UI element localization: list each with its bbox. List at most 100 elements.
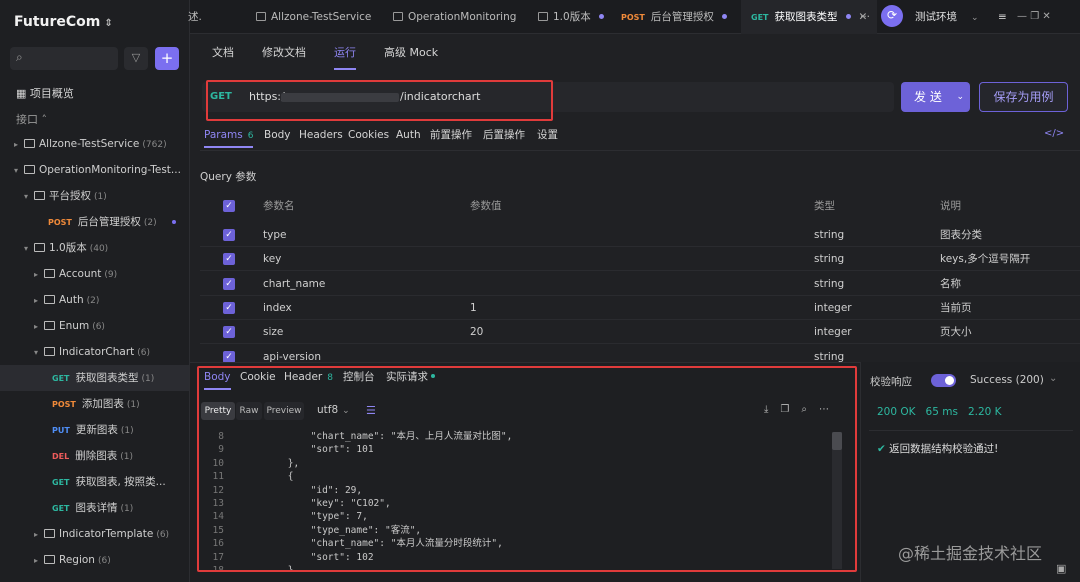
doc-subtab[interactable]: 运行	[334, 40, 356, 70]
param-tab[interactable]: 前置操作	[430, 124, 472, 148]
code-icon[interactable]: </>	[1044, 128, 1064, 139]
restore-icon[interactable]: ❐	[1030, 11, 1039, 22]
format-button[interactable]: Pretty	[201, 402, 235, 420]
project-switcher[interactable]: FutureCom ⇕	[14, 14, 113, 30]
minimize-icon[interactable]: —	[1017, 11, 1027, 22]
tree-item-label: 后台管理授权	[77, 216, 141, 228]
divider	[200, 150, 1080, 151]
environment-sync-icon[interactable]: ⟳	[881, 5, 903, 27]
tree-folder-item[interactable]: ▸ Auth (2)	[0, 287, 189, 313]
param-tab[interactable]: Auth	[396, 124, 421, 148]
more-tabs-button[interactable]: ···	[860, 0, 870, 34]
tab-item[interactable]: 述.	[188, 0, 202, 34]
wrap-icon[interactable]: ☰	[366, 404, 376, 417]
folder-icon	[44, 529, 55, 538]
tree-folder-item[interactable]: ▸ Account (9)	[0, 261, 189, 287]
tree-item-count: (1)	[141, 374, 155, 384]
tab-item[interactable]: Allzone-TestService	[256, 0, 371, 34]
project-name: FutureCom	[14, 14, 101, 30]
tab-item[interactable]: POST 后台管理授权	[621, 0, 727, 34]
param-tab[interactable]: Body	[264, 124, 291, 148]
row-checkbox[interactable]: ✓	[223, 229, 235, 241]
tree-api-item[interactable]: POST 添加图表 (1)	[0, 391, 189, 417]
param-tab[interactable]: Headers	[299, 124, 343, 148]
param-value-input[interactable]	[470, 272, 610, 296]
tree-folder-item[interactable]: ▸ Enum (6)	[0, 313, 189, 339]
search-icon[interactable]: ⌕	[801, 404, 819, 415]
code-line: 17 "sort": 102	[200, 551, 840, 564]
code-line: 13 "key": "C102",	[200, 497, 840, 510]
tree-item-count: (6)	[137, 348, 151, 358]
doc-subtab[interactable]: 高级 Mock	[384, 40, 438, 70]
response-code[interactable]: 8 "chart_name": "本月、上月人流量对比图", 9 "sort": …	[200, 430, 840, 570]
search-input[interactable]: ⌕	[10, 47, 118, 70]
project-overview-link[interactable]: ▦ 项目概览	[16, 85, 74, 101]
layout-icon[interactable]: ▣	[1056, 562, 1066, 575]
tree-api-item[interactable]: POST 后台管理授权 (2)	[0, 209, 189, 235]
scrollbar[interactable]	[832, 432, 842, 569]
tree-folder-item[interactable]: ▸ Region (6)	[0, 547, 189, 573]
param-value-input[interactable]: 1	[470, 296, 610, 320]
select-all-checkbox[interactable]: ✓	[223, 200, 235, 212]
param-value-input[interactable]	[470, 223, 610, 247]
tree-folder-item[interactable]: ▾ IndicatorChart (6)	[0, 339, 189, 365]
code-line: 14 "type": 7,	[200, 510, 840, 523]
add-button[interactable]: +	[155, 47, 179, 70]
environment-label: 测试环境	[915, 11, 957, 23]
tab-item[interactable]: GET 获取图表类型 ✕	[741, 0, 878, 34]
tree-folder-item[interactable]: ▸ Allzone-TestService (762)	[0, 131, 189, 157]
chevron-down-icon[interactable]: ⌄	[956, 82, 964, 112]
param-value-input[interactable]	[470, 247, 610, 271]
validation-label: 校验响应	[870, 376, 912, 388]
tree-folder-item[interactable]: ▾ 1.0版本 (40)	[0, 235, 189, 261]
validation-toggle[interactable]	[931, 374, 956, 387]
menu-icon[interactable]: ≡	[998, 0, 1007, 34]
param-tab[interactable]: 设置	[537, 124, 558, 148]
doc-subtab[interactable]: 文档	[212, 40, 234, 70]
send-button[interactable]: 发 送 ⌄	[901, 82, 970, 112]
tab-item[interactable]: OperationMonitoring	[393, 0, 516, 34]
tab-label: 后台管理授权	[650, 11, 714, 23]
chevron-down-icon[interactable]: ⌄	[1049, 373, 1057, 384]
more-icon[interactable]: ⋯	[819, 404, 841, 415]
folder-icon	[44, 321, 55, 330]
save-as-case-button[interactable]: 保存为用例	[979, 82, 1068, 112]
chevron-down-icon: ▾	[24, 244, 29, 253]
table-cell: 当前页	[940, 301, 972, 314]
tree-api-item[interactable]: PUT 更新图表 (1)	[0, 417, 189, 443]
status-select[interactable]: Success (200)	[970, 374, 1044, 386]
filter-button[interactable]: ▽	[124, 47, 148, 70]
tree-item-label: Auth	[59, 294, 84, 306]
download-icon[interactable]: ⤓	[764, 404, 780, 415]
param-tab[interactable]: Cookies	[348, 124, 389, 148]
table-cell: index	[263, 301, 292, 314]
close-icon[interactable]: ✕	[1042, 11, 1050, 22]
tree-api-item[interactable]: GET 获取图表, 按照类...	[0, 469, 189, 495]
format-button[interactable]: Raw	[236, 402, 262, 420]
code-line: 16 "chart_name": "本月人流量分时段统计",	[200, 537, 840, 550]
copy-icon[interactable]: ❐	[780, 404, 801, 415]
row-checkbox[interactable]: ✓	[223, 301, 235, 314]
row-checkbox[interactable]: ✓	[223, 277, 235, 290]
tree-api-item[interactable]: GET 图表详情 (1)	[0, 495, 189, 521]
tree-api-item[interactable]: GET 获取图表类型 (1)	[0, 365, 189, 391]
tree-folder-item[interactable]: ▸ IndicatorTemplate (6)	[0, 521, 189, 547]
api-section-header[interactable]: 接口 ˄	[16, 111, 47, 127]
row-checkbox[interactable]: ✓	[223, 326, 235, 339]
tree-folder-item[interactable]: ▾ 平台授权 (1)	[0, 183, 189, 209]
param-tab[interactable]: Params 6	[204, 124, 254, 148]
tree-api-item[interactable]: DEL 删除图表 (1)	[0, 443, 189, 469]
scrollbar-thumb[interactable]	[832, 432, 842, 450]
status-info: 200 OK 65 ms 2.20 K	[877, 406, 1002, 418]
format-button[interactable]: Preview	[264, 402, 304, 420]
tab-item[interactable]: 1.0版本	[538, 0, 604, 34]
encoding-select[interactable]: utf8 ⌄	[317, 404, 350, 416]
grid-icon: ▦	[16, 87, 30, 100]
param-value-input[interactable]: 20	[470, 320, 610, 344]
environment-select[interactable]: 测试环境 ⌄	[915, 0, 979, 34]
row-checkbox[interactable]: ✓	[223, 350, 235, 363]
row-checkbox[interactable]: ✓	[223, 253, 235, 266]
tree-folder-item[interactable]: ▾ OperationMonitoring-Test...	[0, 157, 189, 183]
param-tab[interactable]: 后置操作	[483, 124, 525, 148]
doc-subtab[interactable]: 修改文档	[262, 40, 306, 70]
